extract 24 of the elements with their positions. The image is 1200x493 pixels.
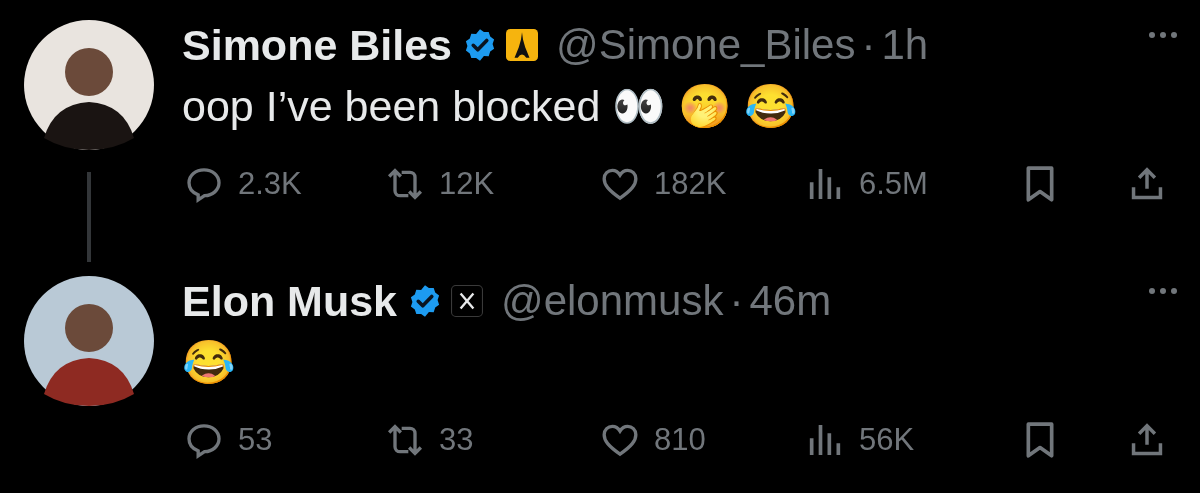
action-count: 182K — [654, 166, 727, 202]
action-count: 810 — [654, 422, 706, 458]
action-count: 12K — [439, 166, 495, 202]
avatar[interactable] — [23, 276, 154, 406]
post-text: 😂 — [182, 337, 237, 388]
more-icon[interactable] — [1148, 31, 1178, 39]
action-count: 6.5M — [859, 166, 928, 202]
post-time[interactable]: 1h — [881, 21, 929, 69]
action-count: 2.3K — [238, 166, 302, 202]
action-count: 53 — [238, 422, 273, 458]
author-handle[interactable]: @Simone_Biles — [556, 21, 856, 69]
cross-mark-icon — [451, 285, 484, 317]
author-name[interactable]: Elon Musk — [182, 276, 398, 326]
action-count: 33 — [439, 422, 474, 458]
post-time[interactable]: 46m — [749, 277, 832, 325]
author-name[interactable]: Simone Biles — [182, 20, 453, 70]
post-text: oop I’ve been blocked 👀 🤭 😂 — [182, 81, 800, 132]
more-icon[interactable] — [1148, 287, 1178, 295]
avatar[interactable] — [23, 20, 154, 150]
separator: · — [729, 277, 744, 325]
author-handle[interactable]: @elonmusk — [501, 277, 724, 325]
separator: · — [861, 21, 876, 69]
tower-icon — [506, 29, 539, 61]
action-count: 56K — [859, 422, 915, 458]
